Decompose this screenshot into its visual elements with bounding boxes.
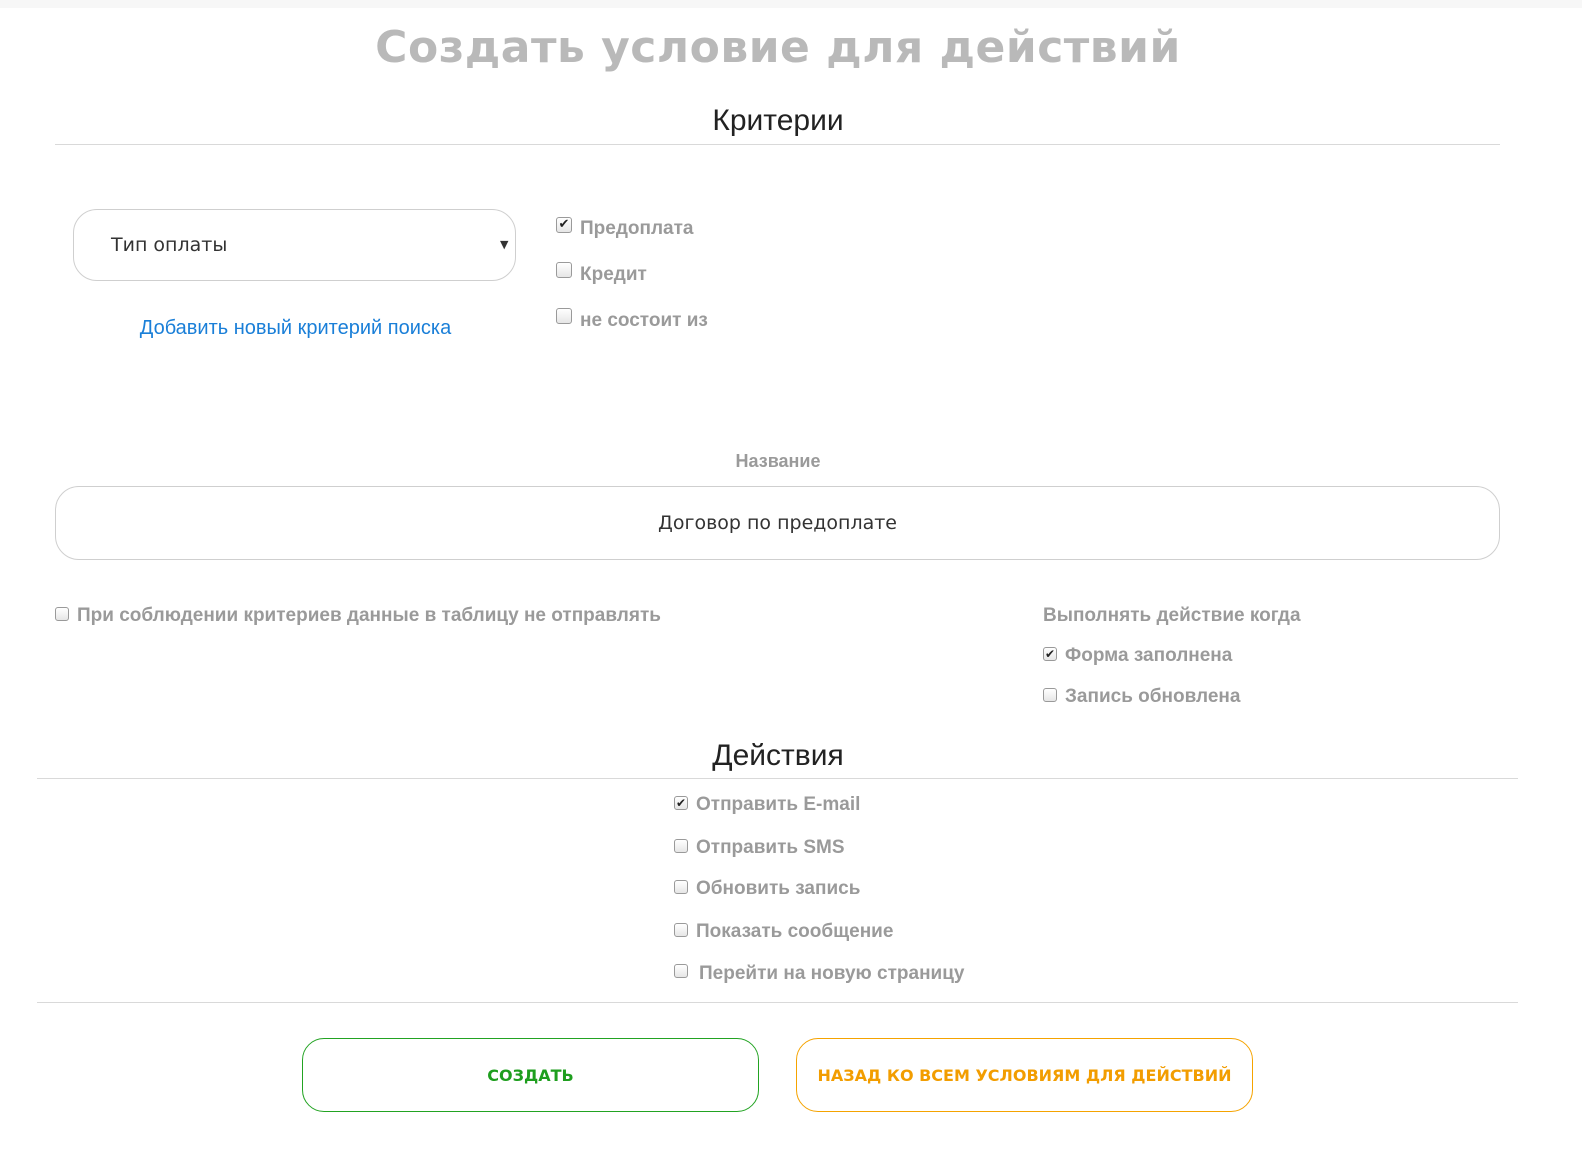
checkbox-no-send[interactable] bbox=[55, 607, 69, 621]
label-prepayment: Предоплата bbox=[580, 218, 694, 239]
actions-divider-top bbox=[37, 778, 1518, 779]
label-send-sms: Отправить SMS bbox=[696, 837, 845, 858]
checkbox-not-consists[interactable] bbox=[556, 308, 572, 324]
check-icon: ✔ bbox=[558, 217, 570, 232]
label-go-new-page: Перейти на новую страницу bbox=[699, 963, 965, 984]
label-credit: Кредит bbox=[580, 264, 647, 285]
page-title: Создать условие для действий bbox=[375, 22, 1181, 73]
checkbox-record-updated[interactable] bbox=[1043, 688, 1057, 702]
label-show-message: Показать сообщение bbox=[696, 921, 894, 942]
back-to-conditions-button[interactable]: НАЗАД КО ВСЕМ УСЛОВИЯМ ДЛЯ ДЕЙСТВИЙ bbox=[796, 1038, 1253, 1112]
label-not-consists: не состоит из bbox=[580, 310, 708, 331]
chevron-down-icon: ▼ bbox=[500, 238, 509, 251]
checkbox-send-email[interactable]: ✔ bbox=[674, 796, 688, 810]
checkbox-send-sms[interactable] bbox=[674, 839, 688, 853]
checkbox-credit[interactable] bbox=[556, 262, 572, 278]
check-icon: ✔ bbox=[1044, 647, 1056, 661]
criteria-type-select-value: Тип оплаты bbox=[111, 234, 228, 256]
label-form-filled: Форма заполнена bbox=[1065, 645, 1233, 666]
checkbox-go-new-page[interactable] bbox=[674, 964, 688, 978]
add-criterion-link[interactable]: Добавить новый критерий поиска bbox=[73, 317, 518, 340]
label-update-record: Обновить запись bbox=[696, 878, 861, 899]
criteria-heading: Критерии bbox=[712, 104, 844, 137]
name-input[interactable]: Договор по предоплате bbox=[55, 486, 1500, 560]
checkbox-form-filled[interactable]: ✔ bbox=[1043, 647, 1057, 661]
label-record-updated: Запись обновлена bbox=[1065, 686, 1241, 707]
actions-divider-bottom bbox=[37, 1002, 1518, 1003]
checkbox-prepayment[interactable]: ✔ bbox=[556, 217, 572, 233]
name-field-label: Название bbox=[735, 451, 821, 471]
checkbox-show-message[interactable] bbox=[674, 923, 688, 937]
actions-heading: Действия bbox=[712, 739, 844, 772]
label-no-send: При соблюдении критериев данные в таблиц… bbox=[77, 605, 661, 626]
top-bar bbox=[0, 0, 1582, 8]
execute-when-label: Выполнять действие когда bbox=[1043, 605, 1301, 626]
label-send-email: Отправить E-mail bbox=[696, 794, 861, 815]
check-icon: ✔ bbox=[675, 796, 687, 810]
criteria-divider bbox=[55, 144, 1500, 145]
checkbox-update-record[interactable] bbox=[674, 880, 688, 894]
create-button[interactable]: СОЗДАТЬ bbox=[302, 1038, 759, 1112]
